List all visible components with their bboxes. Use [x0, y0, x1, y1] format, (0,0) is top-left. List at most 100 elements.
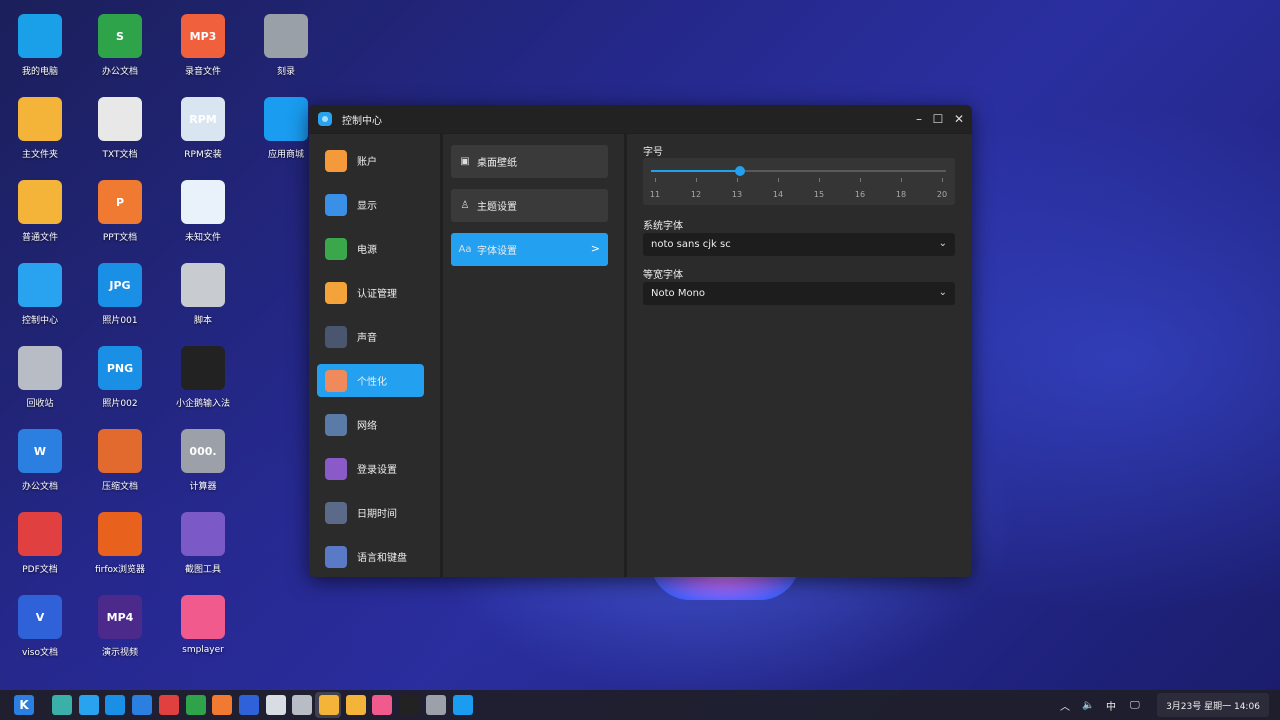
- desktop-icon-label: 小企鹅输入法: [175, 399, 230, 409]
- taskbar-app-icon[interactable]: [319, 695, 339, 715]
- taskbar-app-icon[interactable]: [158, 695, 179, 715]
- taskbar-app-icon[interactable]: [345, 695, 366, 715]
- taskbar-app-icon[interactable]: [238, 695, 259, 715]
- desktop-icon[interactable]: 截图工具: [163, 498, 243, 578]
- desktop-icon-label: 压缩文档: [101, 482, 138, 492]
- desktop-icon[interactable]: MP4 演示视频: [80, 581, 160, 661]
- window-title: 控制中心: [342, 115, 382, 127]
- taskbar-app-icon[interactable]: [452, 695, 473, 715]
- taskbar-app-icon[interactable]: [399, 695, 420, 715]
- desktop-icon-label: TXT文档: [102, 150, 138, 160]
- slider-handle[interactable]: [734, 166, 745, 176]
- font-size-slider[interactable]: [651, 166, 946, 176]
- desktop-icon[interactable]: S 办公文档: [80, 0, 160, 80]
- desktop-icon[interactable]: W 办公文档: [0, 415, 80, 495]
- desktop-icon-label: 计算器: [189, 482, 217, 492]
- nav-item[interactable]: 电源: [317, 232, 424, 265]
- desktop-icon-image: [264, 14, 308, 58]
- taskbar-app-icon[interactable]: [265, 695, 286, 715]
- nav-item-icon: [325, 413, 347, 436]
- desktop-icon[interactable]: 主文件夹: [0, 83, 80, 163]
- desktop-icon[interactable]: 脚本: [163, 249, 243, 329]
- slider-tick: [819, 178, 820, 182]
- system-font-select[interactable]: noto sans cjk sc ⌄: [643, 233, 955, 256]
- close-button[interactable]: ✕: [950, 110, 968, 128]
- desktop-icon[interactable]: 回收站: [0, 332, 80, 412]
- nav-item-icon: [325, 457, 347, 480]
- sub-item[interactable]: ♙ 主题设置: [451, 189, 608, 222]
- nav-item-icon: [325, 237, 347, 260]
- desktop-icon[interactable]: TXT文档: [80, 83, 160, 163]
- nav-item-icon: [325, 369, 347, 392]
- desktop-icon[interactable]: 压缩文档: [80, 415, 160, 495]
- input-method-indicator[interactable]: 中: [1106, 690, 1116, 720]
- chevron-down-icon: ⌄: [938, 238, 947, 249]
- volume-icon[interactable]: 🔈: [1082, 690, 1094, 720]
- taskbar-app-icon[interactable]: [105, 695, 126, 715]
- chevron-right-icon: >: [590, 242, 600, 255]
- desktop-icon[interactable]: PNG 照片002: [80, 332, 160, 412]
- desktop-icon[interactable]: 未知文件: [163, 166, 243, 246]
- desktop-icon[interactable]: 000. 计算器: [163, 415, 243, 495]
- taskbar-app-icon[interactable]: [292, 695, 313, 715]
- nav-item[interactable]: 认证管理: [317, 276, 424, 309]
- taskbar-app-icon[interactable]: [78, 695, 99, 715]
- taskbar-app-icon[interactable]: [425, 695, 446, 715]
- desktop-icon-label: 照片002: [102, 399, 138, 409]
- desktop-icon[interactable]: 刻录: [246, 0, 326, 80]
- maximize-button[interactable]: ☐: [929, 110, 947, 128]
- desktop-icon-label: RPM安装: [184, 150, 222, 160]
- chevron-down-icon: ⌄: [938, 287, 947, 298]
- slider-tick-label: 11: [649, 190, 661, 199]
- desktop-icon-label: 录音文件: [184, 67, 221, 77]
- taskbar-app-icon[interactable]: [372, 695, 393, 715]
- nav-item[interactable]: 语言和键盘: [317, 540, 424, 573]
- sub-item[interactable]: ▣ 桌面壁纸: [451, 145, 608, 178]
- nav-item[interactable]: 显示: [317, 188, 424, 221]
- desktop-icon[interactable]: P PPT文档: [80, 166, 160, 246]
- nav-item[interactable]: 登录设置: [317, 452, 424, 485]
- desktop-icon-image: [181, 346, 225, 390]
- taskbar-app-icon[interactable]: [185, 695, 206, 715]
- desktop-icon-image: [181, 595, 225, 639]
- clock[interactable]: 3月23号 星期一 14:06: [1157, 693, 1269, 717]
- desktop-icon[interactable]: 普通文件: [0, 166, 80, 246]
- desktop-icon-image: RPM: [181, 97, 225, 141]
- desktop-icon-label: smplayer: [182, 645, 224, 655]
- desktop-icon[interactable]: 小企鹅输入法: [163, 332, 243, 412]
- desktop-icon[interactable]: 控制中心: [0, 249, 80, 329]
- desktop-icon[interactable]: Vviso文档: [0, 581, 80, 661]
- desktop-icon[interactable]: firfox浏览器: [80, 498, 160, 578]
- desktop-icon[interactable]: MP3 录音文件: [163, 0, 243, 80]
- nav-item[interactable]: 声音: [317, 320, 424, 353]
- slider-tick-label: 15: [813, 190, 825, 199]
- nav-item[interactable]: 个性化: [317, 364, 424, 397]
- start-menu-button[interactable]: K: [14, 695, 34, 715]
- desktop-icon[interactable]: smplayer: [163, 581, 243, 661]
- desktop-icon-label: 办公文档: [101, 67, 138, 77]
- sub-item[interactable]: Aa 字体设置 >: [451, 233, 608, 266]
- nav-item[interactable]: 日期时间: [317, 496, 424, 529]
- desktop-icon[interactable]: JPG 照片001: [80, 249, 160, 329]
- desktop-icon-label: 刻录: [276, 67, 295, 77]
- desktop-icon-image: 000.: [181, 429, 225, 473]
- minimize-button[interactable]: –: [910, 110, 928, 128]
- taskbar-app-icon[interactable]: [132, 695, 153, 715]
- desktop-icon-label: PDF文档: [22, 565, 58, 575]
- nav-item-label: 声音: [357, 333, 377, 344]
- nav-item[interactable]: 账户: [317, 144, 424, 177]
- desktop-icon[interactable]: PDF文档: [0, 498, 80, 578]
- title-bar[interactable]: 控制中心 – ☐ ✕: [309, 105, 972, 133]
- monitor-icon[interactable]: 🖵: [1130, 690, 1140, 720]
- desktop-icon-label: 办公文档: [21, 482, 58, 492]
- desktop-icon-image: W: [18, 429, 62, 473]
- mono-font-select[interactable]: Noto Mono ⌄: [643, 282, 955, 305]
- desktop-icon-image: [264, 97, 308, 141]
- nav-item[interactable]: 网络: [317, 408, 424, 441]
- desktop-icon[interactable]: RPM RPM安装: [163, 83, 243, 163]
- desktop-icon-label: 照片001: [102, 316, 138, 326]
- tray-expand-icon[interactable]: ︿: [1060, 690, 1070, 720]
- desktop-icon[interactable]: 我的电脑: [0, 0, 80, 80]
- taskbar-app-icon[interactable]: [212, 695, 233, 715]
- taskbar-app-icon[interactable]: [52, 695, 72, 715]
